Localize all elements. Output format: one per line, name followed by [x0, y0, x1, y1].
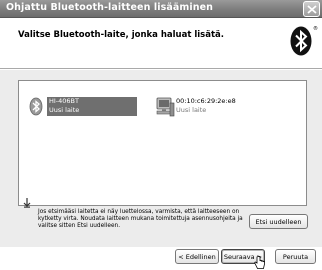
wizard-body: HI-406BT Uusi laite 00:10:c6:29:2e:e8 Uu…	[0, 70, 322, 269]
back-button[interactable]: < Edellinen	[175, 249, 219, 264]
wizard-header: Valitse Bluetooth-laite, jonka haluat li…	[0, 18, 322, 69]
close-button[interactable]	[303, 1, 320, 17]
computer-icon	[156, 97, 175, 117]
title-bar: Ohjattu Bluetooth-laitteen lisääminen	[0, 0, 322, 18]
hand-cursor-icon	[254, 256, 265, 269]
bluetooth-device-icon	[29, 97, 43, 116]
rescan-button[interactable]: Etsi uudelleen	[249, 214, 308, 229]
device-label-selected: HI-406BT Uusi laite	[47, 97, 137, 116]
info-icon	[23, 198, 31, 208]
device-list[interactable]: HI-406BT Uusi laite 00:10:c6:29:2e:e8 Uu…	[18, 80, 307, 206]
device-status: Uusi laite	[176, 106, 207, 114]
close-icon	[307, 5, 317, 14]
device-item-hi406bt[interactable]: HI-406BT Uusi laite	[29, 97, 137, 117]
device-name: 00:10:c6:29:2e:e8	[176, 97, 236, 105]
registered-mark: ®	[313, 26, 318, 32]
hint-text: Jos etsimääsi laitetta ei näy luetteloss…	[38, 209, 243, 230]
device-name: HI-406BT	[49, 97, 79, 105]
device-status: Uusi laite	[49, 106, 80, 114]
bluetooth-logo-icon	[290, 26, 312, 56]
device-item-computer[interactable]: 00:10:c6:29:2e:e8 Uusi laite	[155, 97, 265, 121]
instruction-text: Valitse Bluetooth-laite, jonka haluat li…	[18, 30, 225, 40]
window-title: Ohjattu Bluetooth-laitteen lisääminen	[6, 2, 213, 13]
cancel-button[interactable]: Peruuta	[275, 249, 316, 264]
